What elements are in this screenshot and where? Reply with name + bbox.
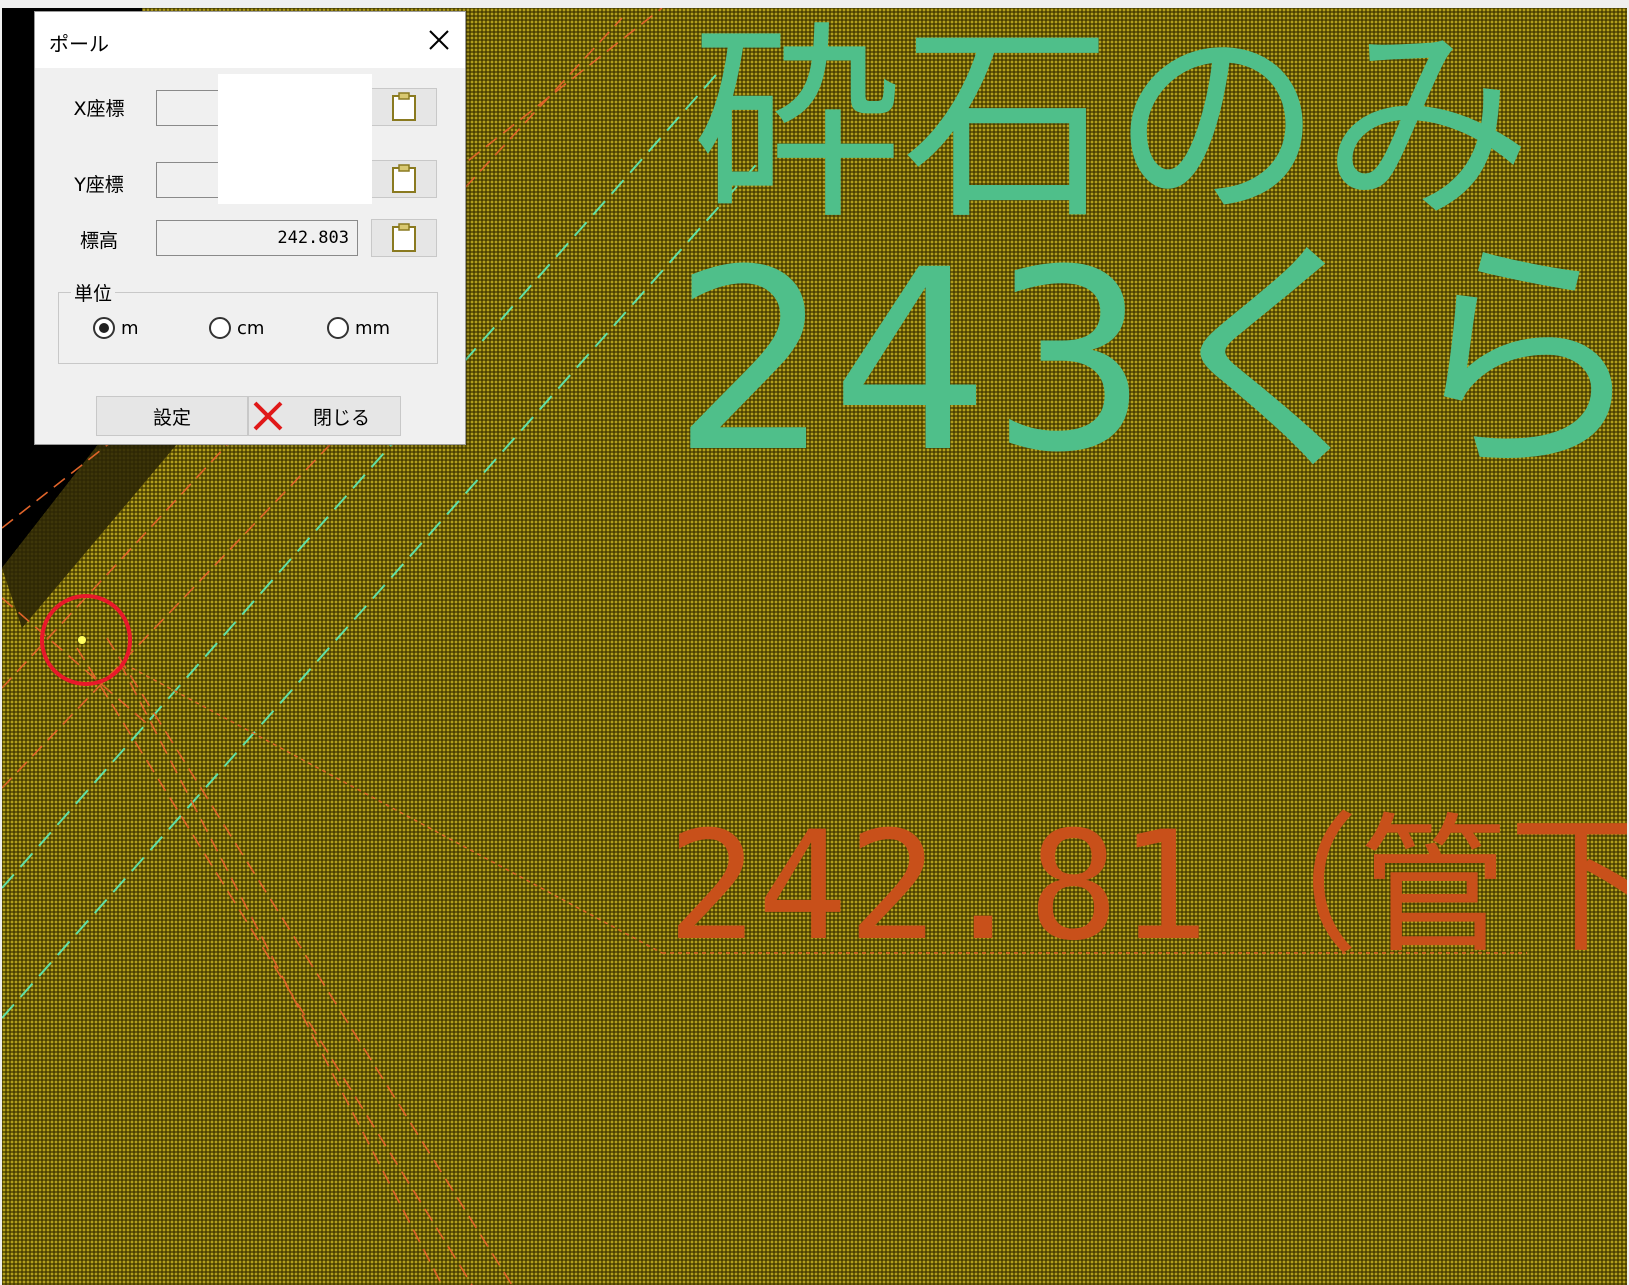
unit-radio-m[interactable]: m [93,317,139,339]
elevation-label: 標高 [79,230,118,252]
close-dialog-button[interactable]: 閉じる [248,396,401,436]
red-x-icon [253,401,283,431]
unit-group-legend: 単位 [71,279,116,306]
clipboard-icon [392,164,416,193]
dialog-title: ポール [49,32,109,56]
radio-unchecked-icon [209,317,231,339]
occlusion-patch [218,74,372,204]
unit-radio-mm-label: mm [355,317,391,339]
set-button-label: 設定 [152,406,191,429]
y-clipboard-button[interactable] [371,160,437,198]
close-button[interactable] [421,22,457,58]
x-coordinate-label: X座標 [73,98,125,120]
canvas-label-top-line2: 243くら [672,216,1627,507]
pole-marker-point [78,636,86,644]
dialog-titlebar[interactable]: ポール [35,12,465,68]
orange-line-7 [119,662,443,1285]
elevation-input[interactable]: 242.803 [156,220,358,256]
y-coordinate-label: Y座標 [74,174,124,196]
radio-unchecked-icon [327,317,349,339]
orange-line-5 [76,647,473,1285]
radio-checked-icon [93,317,115,339]
unit-radio-mm[interactable]: mm [327,317,390,339]
leader-diagonal [131,667,663,954]
canvas-label-elevation: 242.81（管下） [667,800,1627,974]
elevation-clipboard-button[interactable] [371,219,437,257]
clipboard-icon [392,223,416,252]
unit-radio-cm-label: cm [237,317,265,339]
dialog-body: X座標 Y座標 標高 242.803 単位 m cm mm 設定 閉じる [35,68,465,444]
clipboard-icon [392,92,416,121]
orange-line-6 [106,637,513,1285]
unit-radio-m-label: m [121,317,139,339]
canvas-label-top-line1: 砕石のみ [692,8,1532,248]
pole-dialog: ポール X座標 Y座標 標高 242.803 単位 m cm mm 設定 閉じる [34,11,466,445]
unit-group: 単位 m cm mm [58,279,438,364]
close-icon [429,30,449,50]
unit-radio-cm[interactable]: cm [209,317,264,339]
x-clipboard-button[interactable] [371,88,437,126]
close-dialog-button-label: 閉じる [312,406,370,429]
set-button[interactable]: 設定 [96,396,248,436]
